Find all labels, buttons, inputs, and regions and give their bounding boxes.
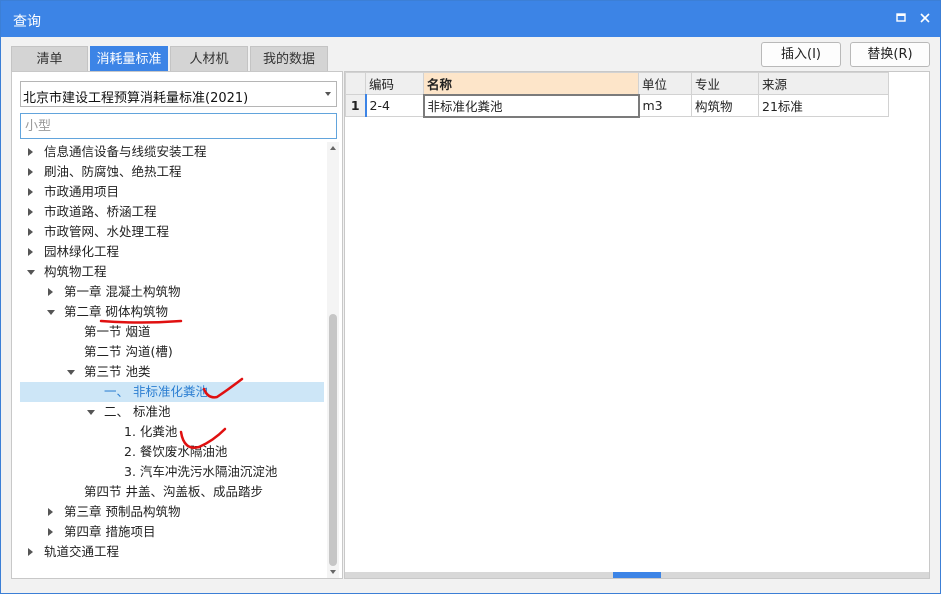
tree-node[interactable]: 二、 标准池 — [20, 402, 324, 422]
standard-select-value: 北京市建设工程预算消耗量标准(2021) — [23, 91, 249, 106]
scroll-up-icon[interactable] — [330, 146, 336, 150]
scroll-down-icon[interactable] — [330, 570, 336, 574]
collapse-arrow-icon[interactable] — [87, 410, 95, 415]
tree-node-label: 构筑物工程 — [44, 264, 107, 279]
tree-node-label: 第三章 预制品构筑物 — [64, 504, 181, 519]
tab-my-data[interactable]: 我的数据 — [250, 46, 328, 71]
splitter-grip[interactable] — [613, 572, 661, 578]
tree-node[interactable]: 第二节 沟道(槽) — [20, 342, 324, 362]
tree-node-label: 园林绿化工程 — [44, 244, 120, 259]
tree-node[interactable]: 市政通用项目 — [20, 182, 324, 202]
dialog-title: 查询 — [13, 14, 41, 30]
tree-node-label: 市政道路、桥涵工程 — [44, 204, 157, 219]
tree-node-label: 二、 标准池 — [104, 404, 171, 419]
tree-node-selected[interactable]: 一、 非标准化粪池 — [20, 382, 324, 402]
tree-node[interactable]: 3. 汽车冲洗污水隔油沉淀池 — [20, 462, 324, 482]
tab-labor-material-machine[interactable]: 人材机 — [170, 46, 248, 71]
standard-select[interactable]: 北京市建设工程预算消耗量标准(2021) — [20, 81, 337, 107]
title-bar[interactable]: 查询 — [1, 1, 940, 37]
insert-button[interactable]: 插入(I) — [761, 42, 841, 67]
expand-arrow-icon[interactable] — [28, 548, 33, 556]
tree-node[interactable]: 第三节 池类 — [20, 362, 324, 382]
expand-arrow-icon[interactable] — [48, 288, 53, 296]
tree-node-label: 市政通用项目 — [44, 184, 120, 199]
col-header-source[interactable]: 来源 — [758, 72, 889, 95]
tree-node-label: 3. 汽车冲洗污水隔油沉淀池 — [124, 464, 278, 479]
splitter-bar[interactable] — [345, 572, 929, 578]
col-header-rownum — [345, 72, 366, 95]
expand-arrow-icon[interactable] — [28, 168, 33, 176]
tree-node-label: 第一章 混凝土构筑物 — [64, 284, 181, 299]
tree-node-label: 1. 化粪池 — [124, 424, 178, 439]
tree-node[interactable]: 第四节 井盖、沟盖板、成品踏步 — [20, 482, 324, 502]
tree-node-label: 2. 餐饮废水隔油池 — [124, 444, 228, 459]
replace-button[interactable]: 替换(R) — [850, 42, 930, 67]
tree-node[interactable]: 第四章 措施项目 — [20, 522, 324, 542]
tree-node[interactable]: 信息通信设备与线缆安装工程 — [20, 142, 324, 162]
tree-node[interactable]: 轨道交通工程 — [20, 542, 324, 562]
expand-arrow-icon[interactable] — [28, 188, 33, 196]
tab-list[interactable]: 清单 — [11, 46, 88, 71]
tree-node[interactable]: 市政管网、水处理工程 — [20, 222, 324, 242]
col-header-unit[interactable]: 单位 — [638, 72, 692, 95]
tree-node-label: 一、 非标准化粪池 — [104, 384, 208, 399]
scrollbar-thumb[interactable] — [329, 314, 337, 566]
cell-name[interactable]: 非标准化粪池 — [422, 93, 640, 118]
query-dialog: 查询 清单 消耗量标准 人材机 我的数据 插入(I) 替换(R) 北京市建设工程… — [0, 0, 941, 594]
tree-node[interactable]: 第二章 砌体构筑物 — [20, 302, 324, 322]
collapse-arrow-icon[interactable] — [67, 370, 75, 375]
tree-node-label: 第一节 烟道 — [84, 324, 151, 339]
results-panel: 编码 名称 单位 专业 来源 1 2-4 非标准化粪池 m3 构筑物 21标准 — [344, 71, 930, 579]
expand-arrow-icon[interactable] — [28, 248, 33, 256]
tree-node-label: 第三节 池类 — [84, 364, 151, 379]
tree-node[interactable]: 园林绿化工程 — [20, 242, 324, 262]
col-header-code[interactable]: 编码 — [365, 72, 424, 95]
expand-arrow-icon[interactable] — [28, 148, 33, 156]
expand-arrow-icon[interactable] — [48, 528, 53, 536]
tree-node[interactable]: 第三章 预制品构筑物 — [20, 502, 324, 522]
tree-node[interactable]: 构筑物工程 — [20, 262, 324, 282]
expand-arrow-icon[interactable] — [28, 228, 33, 236]
table-header-row: 编码 名称 单位 专业 来源 — [345, 72, 889, 95]
cell-source[interactable]: 21标准 — [758, 94, 889, 117]
tree-node[interactable]: 第一节 烟道 — [20, 322, 324, 342]
expand-arrow-icon[interactable] — [28, 208, 33, 216]
search-input[interactable] — [20, 113, 337, 139]
table-row[interactable]: 1 2-4 非标准化粪池 m3 构筑物 21标准 — [345, 93, 889, 118]
results-table: 编码 名称 单位 专业 来源 1 2-4 非标准化粪池 m3 构筑物 21标准 — [345, 72, 889, 118]
cell-code[interactable]: 2-4 — [364, 94, 424, 117]
tree-scrollbar[interactable] — [327, 142, 339, 578]
cell-unit[interactable]: m3 — [638, 94, 692, 117]
left-panel: 北京市建设工程预算消耗量标准(2021) 信息通信设备与线缆安装工程 刷油、防腐… — [11, 71, 343, 579]
collapse-arrow-icon[interactable] — [47, 310, 55, 315]
expand-arrow-icon[interactable] — [48, 508, 53, 516]
tree-node-label: 信息通信设备与线缆安装工程 — [44, 144, 207, 159]
row-number[interactable]: 1 — [345, 94, 366, 117]
tree-node-label: 第四章 措施项目 — [64, 524, 156, 539]
tree-node[interactable]: 第一章 混凝土构筑物 — [20, 282, 324, 302]
tree-node[interactable]: 2. 餐饮废水隔油池 — [20, 442, 324, 462]
close-icon[interactable] — [916, 9, 934, 27]
col-header-major[interactable]: 专业 — [691, 72, 759, 95]
maximize-icon[interactable] — [892, 9, 910, 27]
tree-node-label: 第四节 井盖、沟盖板、成品踏步 — [84, 484, 263, 499]
chapter-tree: 信息通信设备与线缆安装工程 刷油、防腐蚀、绝热工程 市政通用项目 市政道路、桥涵… — [12, 142, 324, 578]
tree-node-label: 第二章 砌体构筑物 — [64, 304, 168, 319]
tree-node[interactable]: 市政道路、桥涵工程 — [20, 202, 324, 222]
chevron-down-icon — [325, 92, 331, 96]
tree-node-label: 市政管网、水处理工程 — [44, 224, 170, 239]
tree-node-label: 第二节 沟道(槽) — [84, 344, 173, 359]
tree-node-label: 刷油、防腐蚀、绝热工程 — [44, 164, 182, 179]
col-header-name[interactable]: 名称 — [423, 72, 639, 95]
cell-major[interactable]: 构筑物 — [691, 94, 759, 117]
tree-node[interactable]: 刷油、防腐蚀、绝热工程 — [20, 162, 324, 182]
tree-node-label: 轨道交通工程 — [44, 544, 120, 559]
tree-node[interactable]: 1. 化粪池 — [20, 422, 324, 442]
collapse-arrow-icon[interactable] — [27, 270, 35, 275]
tab-consumption-standard[interactable]: 消耗量标准 — [90, 46, 168, 71]
